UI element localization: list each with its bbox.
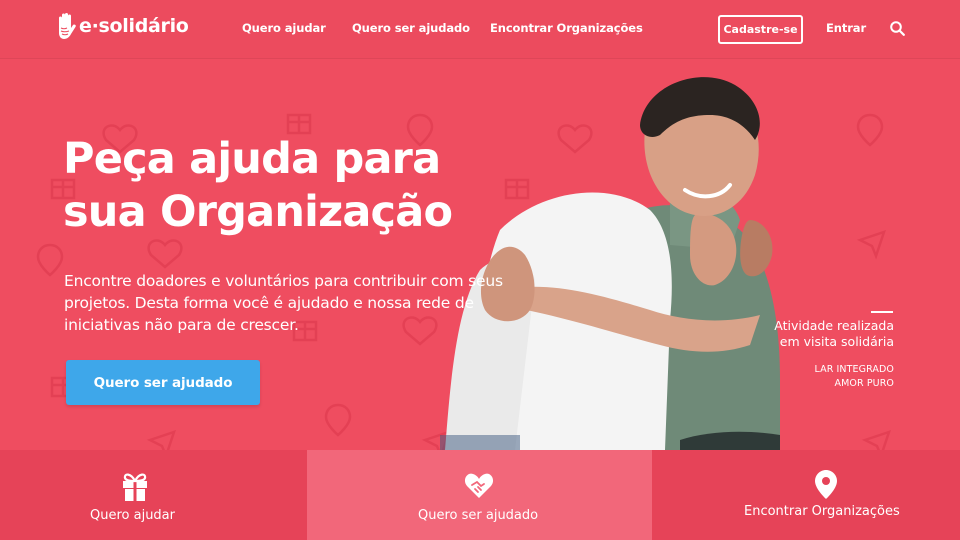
caption-sub2: AMOR PURO <box>834 378 894 389</box>
search-icon[interactable] <box>890 21 905 36</box>
hero-description: Encontre doadores e voluntários para con… <box>64 272 503 334</box>
logo[interactable]: e·solidário <box>55 12 189 40</box>
caption-sub1: LAR INTEGRADO <box>814 364 894 375</box>
hero-title: Peça ajuda para sua Organização <box>63 133 583 239</box>
top-navbar: e·solidário Quero ajudar Quero ser ajuda… <box>0 0 960 59</box>
login-link[interactable]: Entrar <box>826 21 866 35</box>
logo-text: e·solidário <box>79 15 189 37</box>
heart-handshake-icon <box>464 473 494 498</box>
photo-caption: Atividade realizada em visita solidária <box>694 318 894 350</box>
tab-quero-ser-ajudado[interactable]: Quero ser ajudado <box>307 450 652 540</box>
tab-quero-ajudar[interactable]: Quero ajudar <box>0 450 307 540</box>
caption-divider <box>871 311 893 313</box>
hero-title-line2: sua Organização <box>63 187 453 237</box>
hero-title-line1: Peça ajuda para <box>63 134 441 184</box>
hand-logo-icon <box>59 13 76 39</box>
tab-label: Quero ser ajudado <box>418 508 539 523</box>
nav-quero-ajudar[interactable]: Quero ajudar <box>242 21 326 35</box>
signup-button[interactable]: Cadastre-se <box>718 15 803 44</box>
caption-line2: em visita solidária <box>779 334 894 349</box>
tab-encontrar-organizacoes[interactable]: Encontrar Organizações <box>652 450 960 540</box>
caption-line1: Atividade realizada <box>774 318 894 333</box>
photo-caption-organization: LAR INTEGRADO AMOR PURO <box>694 363 894 391</box>
map-pin-icon <box>815 470 837 499</box>
bottom-tabs: Quero ajudar Quero ser ajudado Encontrar… <box>0 450 960 540</box>
page: e·solidário Quero ajudar Quero ser ajuda… <box>0 0 960 540</box>
hero-photo-hug <box>440 77 780 450</box>
gift-icon <box>123 473 147 501</box>
quero-ser-ajudado-button[interactable]: Quero ser ajudado <box>66 360 260 405</box>
nav-encontrar-organizacoes[interactable]: Encontrar Organizações <box>490 21 643 35</box>
tab-label: Encontrar Organizações <box>744 504 900 519</box>
tab-label: Quero ajudar <box>90 508 175 523</box>
nav-quero-ser-ajudado[interactable]: Quero ser ajudado <box>352 21 470 35</box>
